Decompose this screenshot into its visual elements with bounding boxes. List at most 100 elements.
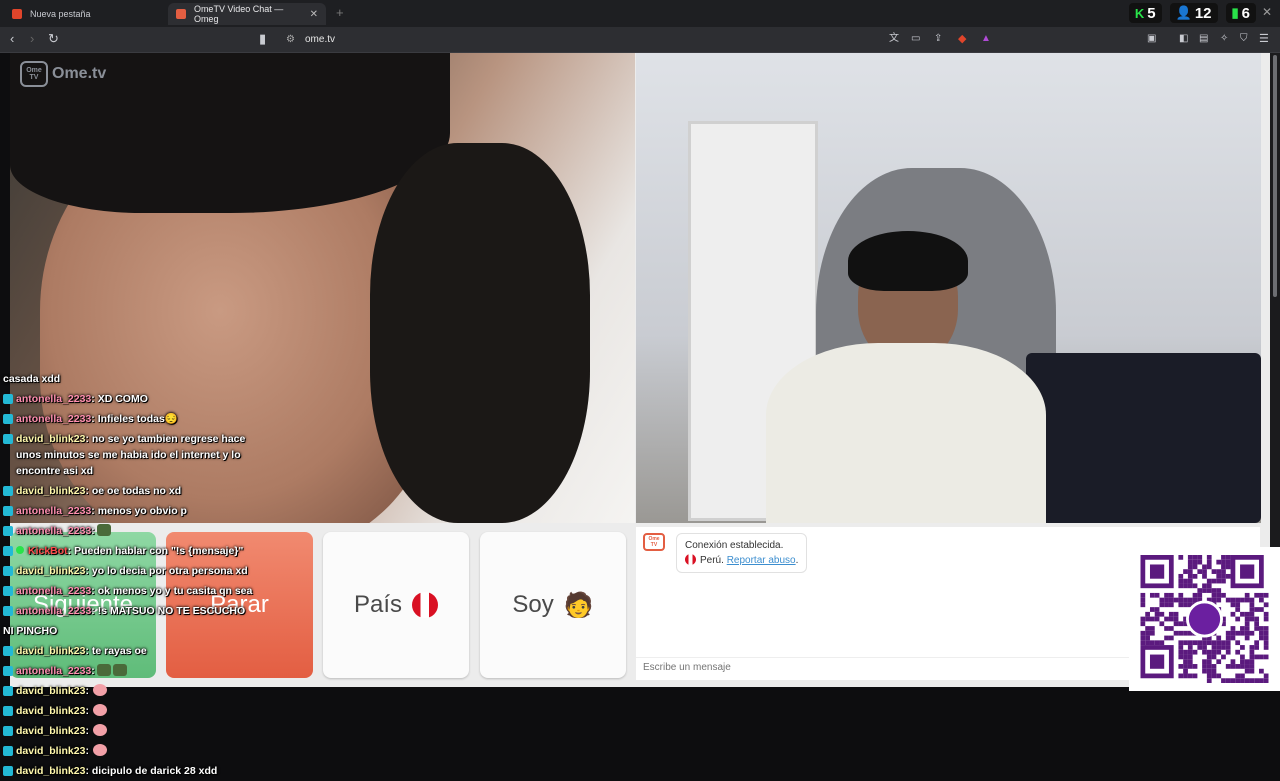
- qr-module: [1140, 616, 1146, 622]
- qr-module: [1235, 673, 1241, 679]
- qr-module: [1202, 649, 1207, 655]
- qr-module: [1211, 645, 1217, 650]
- site-info-icon[interactable]: ⚙: [286, 34, 295, 45]
- country-button[interactable]: País: [323, 532, 469, 678]
- reader-icon[interactable]: ▣: [1147, 32, 1156, 46]
- sidebar-icon[interactable]: ◧: [1179, 32, 1188, 46]
- reload-icon[interactable]: ↻: [48, 32, 59, 46]
- qr-module: [1225, 630, 1231, 636]
- qr-module: [1259, 635, 1264, 641]
- qr-module: [1164, 592, 1169, 598]
- qr-module: [1192, 673, 1198, 679]
- vpn-icon[interactable]: ⛉: [1240, 32, 1248, 46]
- qr-module: [1235, 602, 1241, 608]
- forward-icon[interactable]: ›: [30, 32, 34, 46]
- peru-flag-icon: [685, 554, 696, 565]
- qr-module: [1211, 640, 1217, 646]
- user-icon: 👤: [1175, 5, 1192, 20]
- rewards-icon[interactable]: ▲: [981, 32, 991, 46]
- qr-module: [1187, 583, 1193, 589]
- qr-module: [1183, 654, 1188, 660]
- qr-module: [1254, 616, 1260, 622]
- kick-icon: K: [1134, 5, 1145, 21]
- qr-module: [1168, 592, 1174, 598]
- qr-module: [1206, 578, 1212, 584]
- qr-module: [1249, 630, 1255, 636]
- cast-icon[interactable]: ▭: [911, 32, 920, 46]
- report-abuse-link[interactable]: Reportar abuso: [727, 555, 796, 566]
- message-input[interactable]: [636, 657, 1136, 677]
- peru-flag-icon: [412, 592, 439, 618]
- qr-module: [1230, 630, 1236, 636]
- qr-module: [1197, 645, 1203, 650]
- qr-module: [1221, 645, 1226, 650]
- qr-module: [1173, 611, 1179, 617]
- qr-module: [1145, 635, 1150, 641]
- qr-module: [1206, 555, 1212, 560]
- yape-qr-code: [1129, 547, 1280, 691]
- qr-module: [1244, 659, 1250, 665]
- qr-module: [1206, 673, 1212, 679]
- stop-button[interactable]: Parar: [166, 532, 313, 678]
- qr-module: [1206, 678, 1212, 683]
- qr-module: [1221, 559, 1226, 565]
- qr-module: [1183, 578, 1188, 584]
- menu-icon[interactable]: ☰: [1259, 32, 1269, 46]
- qr-module: [1140, 640, 1146, 646]
- qr-module: [1140, 621, 1146, 627]
- next-button[interactable]: Siguiente: [10, 532, 156, 678]
- qr-module: [1149, 616, 1155, 622]
- ometv-logo[interactable]: Ome TV Ome.tv: [20, 61, 106, 87]
- qr-module: [1254, 645, 1260, 650]
- bed: [1026, 353, 1261, 523]
- qr-module: [1154, 607, 1160, 612]
- person-shirt: [766, 343, 1046, 523]
- qr-module: [1168, 626, 1174, 631]
- close-tab-icon[interactable]: ✕: [310, 9, 318, 20]
- qr-module: [1244, 635, 1250, 641]
- tab-title: Nueva pestaña: [30, 9, 91, 19]
- qr-module: [1178, 573, 1184, 579]
- new-tab-icon[interactable]: +: [336, 5, 344, 20]
- scrollbar-thumb[interactable]: [1273, 55, 1277, 297]
- qr-module: [1221, 678, 1226, 683]
- tab-title: OmeTV Video Chat — Omeg: [193, 4, 284, 24]
- leo-icon[interactable]: ✧: [1220, 32, 1228, 46]
- wallet-icon[interactable]: ▤: [1199, 32, 1208, 46]
- qr-module: [1197, 569, 1203, 574]
- qr-module: [1168, 616, 1174, 622]
- tab-new-tab[interactable]: Nueva pestaña: [4, 3, 164, 25]
- qr-module: [1206, 588, 1212, 593]
- qr-module: [1211, 597, 1217, 603]
- ometv-logo-text: Ome.tv: [52, 65, 107, 82]
- qr-module: [1225, 640, 1231, 646]
- qr-module: [1145, 611, 1150, 617]
- brave-shield-icon[interactable]: ◆: [958, 32, 966, 46]
- qr-module: [1202, 645, 1207, 650]
- bookmark-icon[interactable]: ▮: [259, 32, 266, 46]
- chat-text: : dicipulo de darick 28 xdd: [85, 765, 218, 777]
- qr-module: [1244, 611, 1250, 617]
- qr-module: [1149, 626, 1155, 631]
- qr-module: [1259, 654, 1264, 660]
- window-close-icon[interactable]: ✕: [1262, 5, 1272, 19]
- qr-module: [1263, 611, 1269, 617]
- qr-module: [1235, 607, 1241, 612]
- qr-module: [1202, 640, 1207, 646]
- share-icon[interactable]: ⇪: [934, 32, 942, 46]
- qr-module: [1154, 611, 1160, 617]
- qr-module: [1187, 564, 1193, 570]
- translate-icon[interactable]: 文: [889, 32, 899, 46]
- gender-button[interactable]: Soy 🧑: [480, 532, 626, 678]
- qr-code-image: [1140, 555, 1269, 683]
- stream-stats: K5 👤 12 ▮ 6: [1128, 3, 1256, 23]
- qr-module: [1164, 597, 1169, 603]
- back-icon[interactable]: ‹: [10, 32, 14, 46]
- qr-module: [1211, 664, 1217, 669]
- qr-module: [1206, 640, 1212, 646]
- address-bar[interactable]: ome.tv: [305, 34, 335, 45]
- tab-ometv[interactable]: OmeTV Video Chat — Omeg ✕: [168, 3, 326, 25]
- connection-status: Conexión establecida.: [685, 540, 784, 551]
- qr-module: [1216, 569, 1222, 574]
- qr-module: [1192, 555, 1198, 560]
